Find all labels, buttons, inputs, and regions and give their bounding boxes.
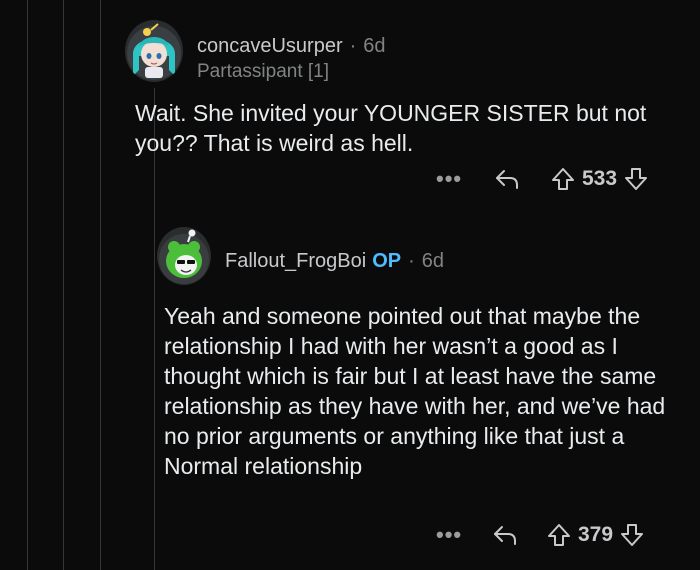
separator-dot: · — [408, 250, 415, 272]
comment-actions: ••• 379 — [436, 522, 645, 548]
comment-body: Yeah and someone pointed out that maybe … — [164, 303, 666, 479]
user-avatar[interactable] — [125, 20, 183, 82]
op-badge: OP — [372, 250, 402, 272]
upvote-button[interactable] — [550, 166, 576, 192]
thread-line — [27, 0, 28, 570]
comment-actions: ••• 533 — [436, 166, 649, 192]
more-options-button[interactable]: ••• — [436, 522, 470, 548]
comment-header: concaveUsurper · 6d — [197, 35, 386, 58]
downvote-arrow-icon — [625, 168, 648, 190]
anime-girl-avatar-icon — [127, 23, 181, 80]
downvote-button[interactable] — [623, 166, 649, 192]
separator-dot: · — [349, 35, 357, 57]
upvote-arrow-icon — [548, 524, 570, 546]
thread-line — [100, 0, 101, 570]
comment-collapse-line[interactable] — [154, 88, 155, 570]
more-options-button[interactable]: ••• — [436, 166, 470, 192]
frog-avatar-icon — [159, 229, 209, 284]
comment-age[interactable]: 6d — [422, 250, 444, 273]
comment-age[interactable]: 6d — [363, 35, 385, 58]
user-avatar[interactable] — [157, 227, 211, 285]
comment-header: Fallout_FrogBoi OP · 6d — [225, 250, 444, 273]
upvote-arrow-icon — [552, 168, 574, 190]
downvote-arrow-icon — [621, 524, 644, 546]
reply-icon — [494, 526, 516, 545]
thread-line — [63, 0, 64, 570]
vote-score: 533 — [582, 167, 618, 190]
username[interactable]: Fallout_FrogBoi — [225, 250, 366, 273]
vote-score: 379 — [578, 523, 614, 546]
user-flair: Partassipant [1] — [197, 61, 330, 82]
reply-button[interactable] — [492, 523, 518, 547]
reply-icon — [496, 170, 518, 189]
downvote-button[interactable] — [619, 522, 645, 548]
upvote-button[interactable] — [546, 522, 572, 548]
username[interactable]: concaveUsurper — [197, 35, 343, 58]
reply-button[interactable] — [494, 167, 520, 191]
comment-body: Wait. She invited your YOUNGER SISTER bu… — [135, 100, 647, 156]
